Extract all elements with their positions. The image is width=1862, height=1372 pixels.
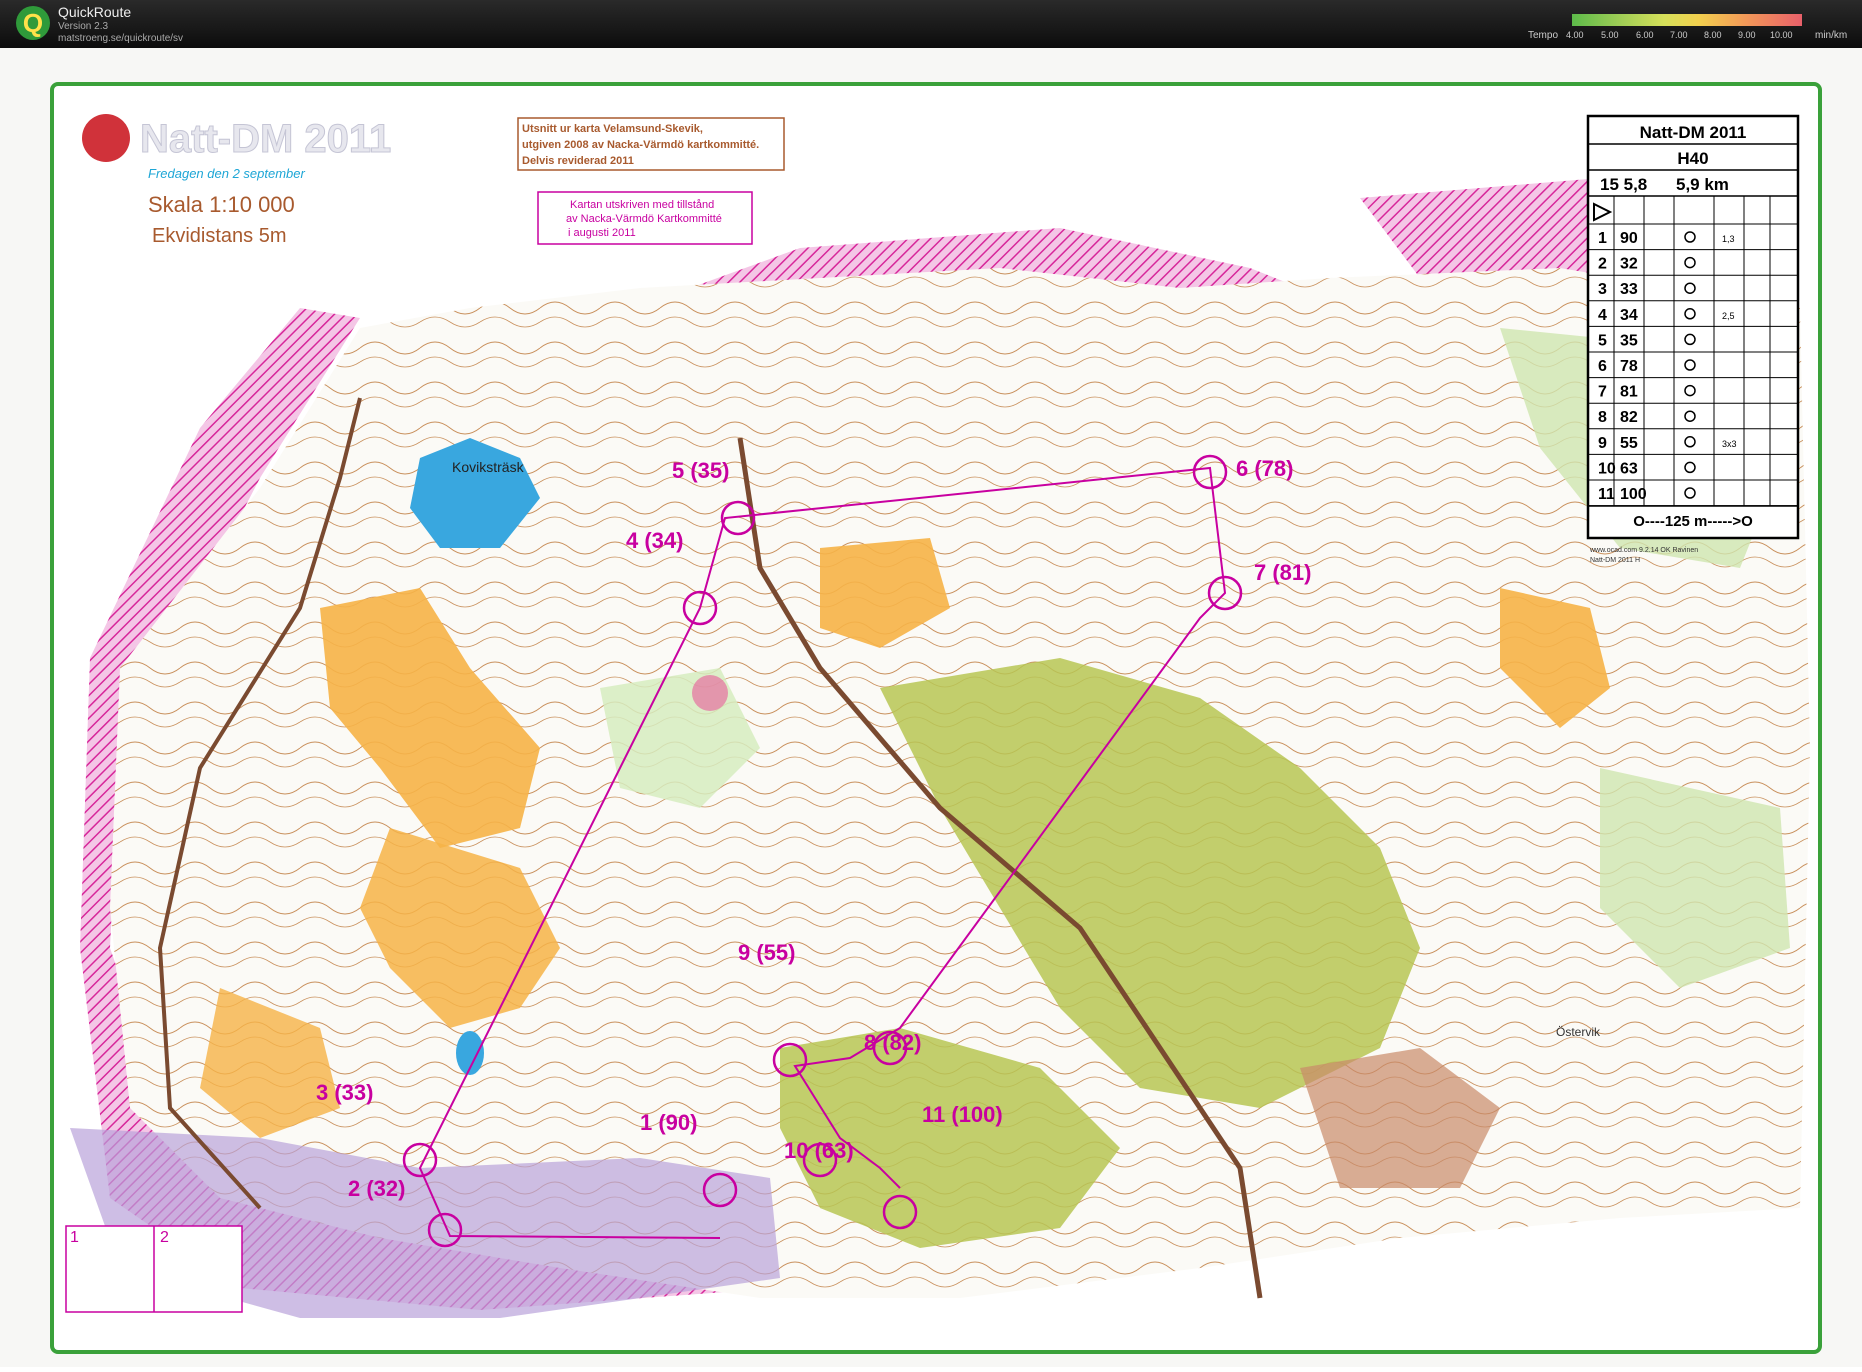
description-row-code: 100	[1620, 486, 1647, 503]
map-title: Natt-DM 2011	[140, 117, 391, 161]
description-row-code: 32	[1620, 256, 1638, 273]
description-row-code: 78	[1620, 358, 1638, 375]
map-source-note-line: Utsnitt ur karta Velamsund-Skevik,	[522, 123, 703, 135]
description-class: H40	[1677, 149, 1708, 168]
print-note-line: Natt-DM 2011 H	[1590, 557, 1640, 564]
description-row-number: 7	[1598, 384, 1607, 401]
description-row-code: 34	[1620, 307, 1638, 324]
description-row-code: 35	[1620, 332, 1638, 349]
tempo-tick: 9.00	[1738, 30, 1756, 40]
description-row-number: 8	[1598, 409, 1607, 426]
description-row-code: 90	[1620, 230, 1638, 247]
punch-box-2: 2	[160, 1229, 169, 1246]
description-row-code: 55	[1620, 435, 1638, 452]
map-canvas[interactable]: 1 (90) 2 (32) 3 (33) 4 (34) 5 (35) 6 (78…	[0, 48, 1862, 1367]
description-row-code: 63	[1620, 460, 1638, 477]
app-version: Version 2.3	[58, 21, 109, 32]
description-row-number: 10	[1598, 460, 1616, 477]
description-length: 5,9 km	[1676, 175, 1729, 194]
control-label-8: 8 (82)	[864, 1030, 921, 1055]
print-note-line: www.ocad.com 9.2.14 OK Ravinen	[1589, 547, 1698, 554]
control-label-11: 11 (100)	[922, 1102, 1003, 1127]
description-row-extra: 1,3	[1722, 234, 1735, 244]
tempo-tick: 10.00	[1770, 30, 1793, 40]
app-titlebar: Q QuickRoute Version 2.3 matstroeng.se/q…	[0, 0, 1862, 48]
description-row-number: 11	[1598, 486, 1615, 503]
control-label-10: 10 (63)	[784, 1138, 854, 1163]
description-row-extra: 3x3	[1722, 439, 1737, 449]
place-name: Östervik	[1556, 1025, 1601, 1039]
map-source-note-line: Delvis reviderad 2011	[522, 155, 634, 167]
tempo-tick: 7.00	[1670, 30, 1688, 40]
control-label-5: 5 (35)	[672, 458, 729, 483]
description-row-number: 3	[1598, 281, 1607, 298]
map-scale: Skala 1:10 000	[148, 192, 295, 217]
app-title: QuickRoute	[58, 4, 132, 20]
map-contour-interval: Ekvidistans 5m	[152, 225, 287, 247]
description-row-code: 33	[1620, 281, 1638, 298]
map-date: Fredagen den 2 september	[148, 166, 305, 181]
map-source-note-line: utgiven 2008 av Nacka-Värmdö kartkommitt…	[522, 139, 759, 151]
description-course: 15 5,8	[1600, 175, 1647, 194]
tempo-label: Tempo	[1528, 30, 1559, 41]
orienteering-map[interactable]: 1 (90) 2 (32) 3 (33) 4 (34) 5 (35) 6 (78…	[0, 48, 1862, 1367]
print-permission-line: Kartan utskriven med tillstånd	[570, 199, 714, 211]
start-marker	[692, 675, 728, 711]
description-row-code: 81	[1620, 384, 1638, 401]
tempo-unit: min/km	[1815, 30, 1848, 41]
lake-name: Koviksträsk	[452, 459, 525, 475]
control-label-2: 2 (32)	[348, 1176, 405, 1201]
description-row-number: 1	[1598, 230, 1607, 247]
club-logo-icon	[82, 114, 130, 162]
control-label-6: 6 (78)	[1236, 456, 1293, 481]
description-row-extra: 2,5	[1722, 311, 1735, 321]
description-row-number: 2	[1598, 256, 1607, 273]
control-label-9: 9 (55)	[738, 940, 795, 965]
description-row-number: 5	[1598, 332, 1607, 349]
app-url: matstroeng.se/quickroute/sv	[58, 33, 184, 44]
control-label-1: 1 (90)	[640, 1110, 697, 1135]
control-label-3: 3 (33)	[316, 1080, 373, 1105]
tempo-tick: 4.00	[1566, 30, 1584, 40]
control-description-sheet: Natt-DM 2011 H40 15 5,8 5,9 km 1 90 1,32 32…	[1586, 114, 1800, 540]
punch-box-1: 1	[70, 1229, 79, 1246]
tempo-tick: 6.00	[1636, 30, 1654, 40]
quickroute-logo-icon: Q	[16, 6, 50, 40]
control-label-7: 7 (81)	[1254, 560, 1311, 585]
print-permission-line: av Nacka-Värmdö Kartkommitté	[566, 213, 722, 225]
description-row-number: 6	[1598, 358, 1607, 375]
description-row-code: 82	[1620, 409, 1638, 426]
control-label-4: 4 (34)	[626, 528, 683, 553]
description-finish: O----125 m----->O	[1633, 513, 1753, 530]
tempo-tick: 5.00	[1601, 30, 1619, 40]
description-row-number: 9	[1598, 435, 1607, 452]
print-permission-line: i augusti 2011	[568, 227, 636, 239]
description-title: Natt-DM 2011	[1640, 123, 1747, 142]
tempo-tick: 8.00	[1704, 30, 1722, 40]
description-row-number: 4	[1598, 307, 1607, 324]
tempo-color-scale	[1572, 14, 1802, 26]
